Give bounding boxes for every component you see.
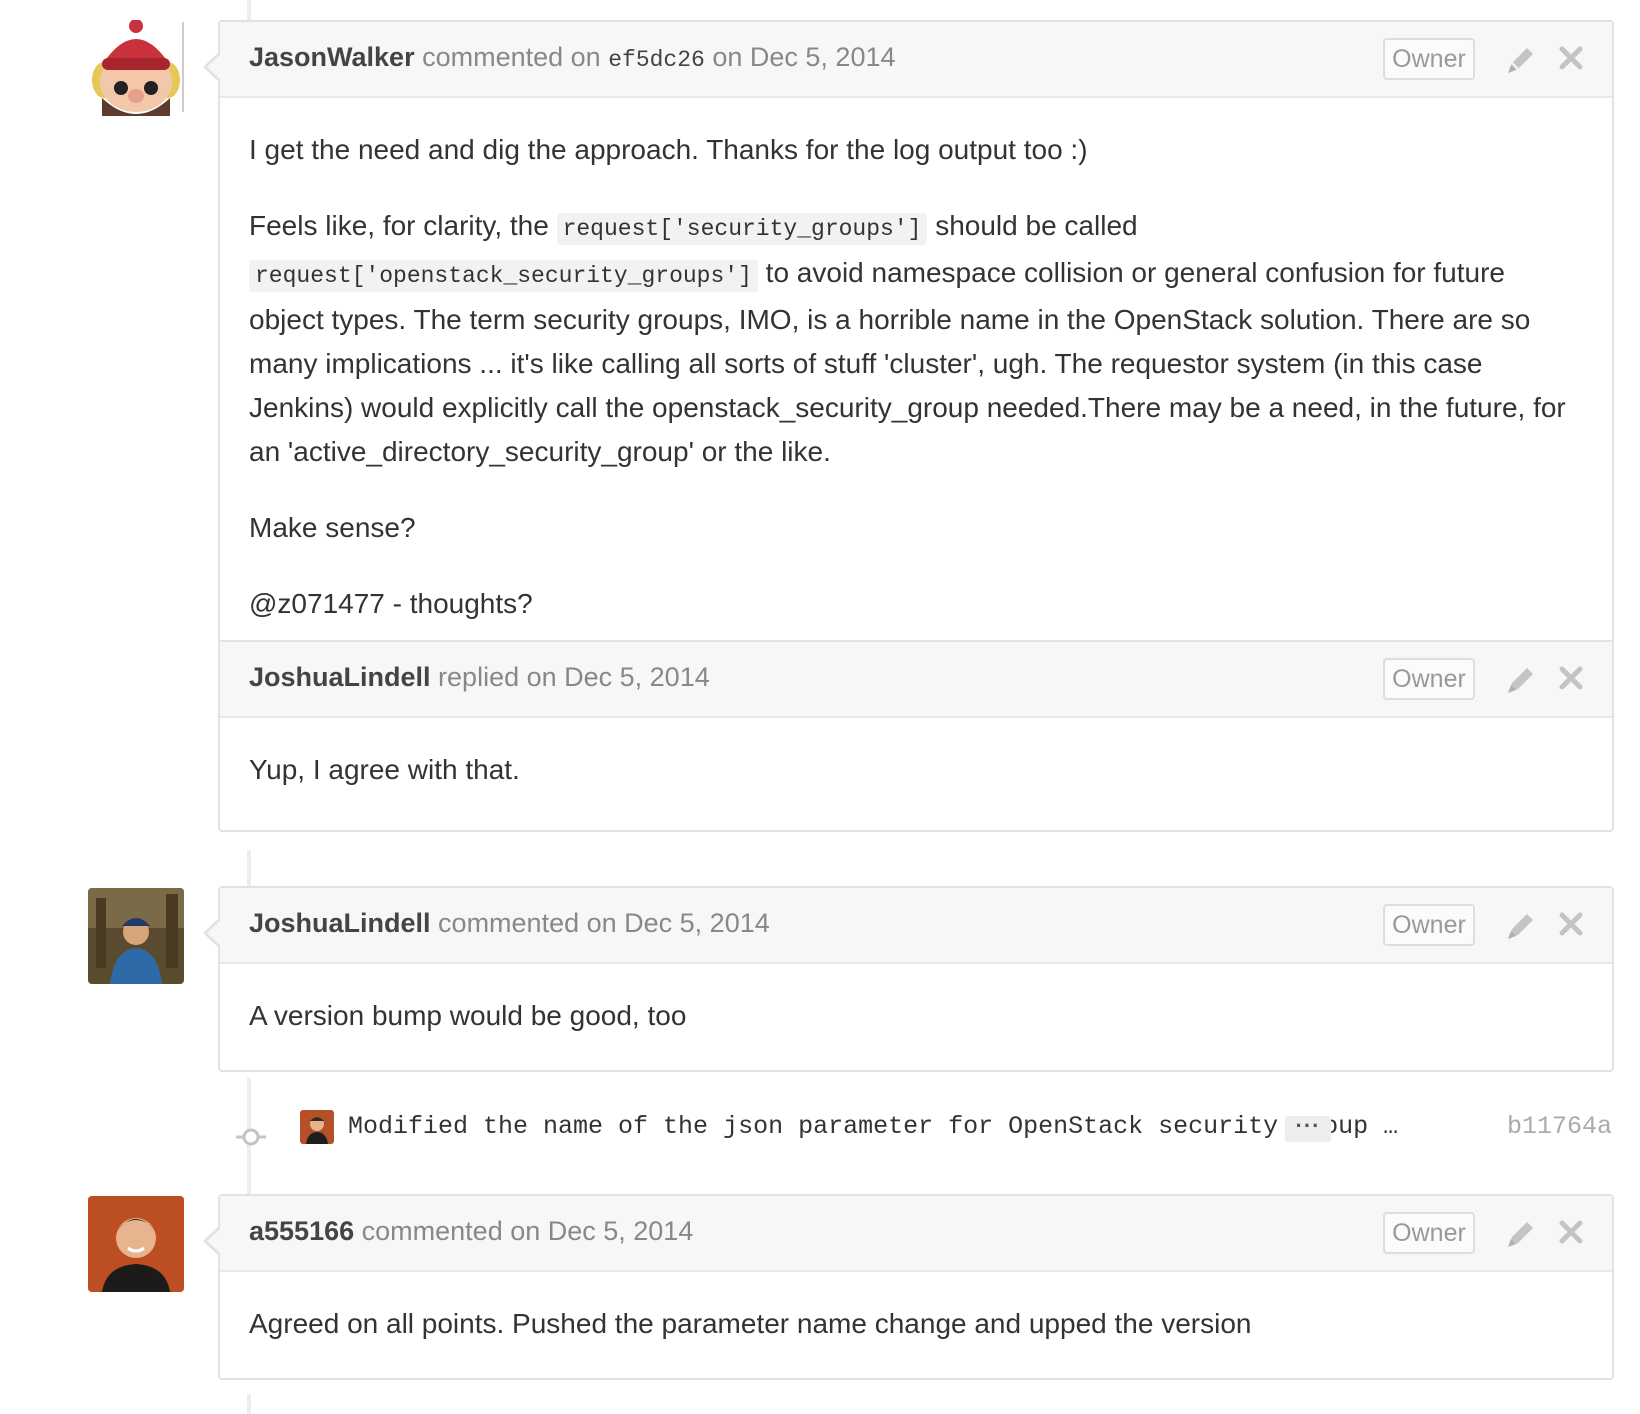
commit-author-avatar[interactable] [300, 1110, 334, 1144]
commit-ref-link[interactable]: ef5dc26 [608, 47, 705, 73]
reply-meta: JoshuaLindell replied on Dec 5, 2014 [249, 662, 710, 693]
comment-header: a555166 commented on Dec 5, 2014 Owner [220, 1196, 1612, 1272]
comment-paragraph: @z071477 - thoughts? [249, 588, 533, 619]
user-photo-icon [88, 1196, 184, 1292]
paragraph-text: Feels like, for clarity, the [249, 210, 549, 241]
comment-header: JoshuaLindell commented on Dec 5, 2014 O… [220, 888, 1612, 964]
avatar-a555166[interactable] [88, 1196, 184, 1292]
comment-author[interactable]: JasonWalker [249, 42, 415, 72]
commit-sha-link[interactable]: b11764a [1507, 1112, 1612, 1141]
reply-header: JoshuaLindell replied on Dec 5, 2014 Own… [220, 642, 1612, 718]
commit-message[interactable]: Modified the name of the json parameter … [348, 1112, 1398, 1141]
comment-card: a555166 commented on Dec 5, 2014 Owner A… [203, 1194, 1614, 1380]
reply-paragraph: Yup, I agree with that. [249, 754, 520, 785]
timeline-line [247, 0, 251, 22]
comment-body: I get the need and dig the approach. Tha… [220, 98, 1612, 664]
comment-paragraph: Feels like, for clarity, the request['se… [249, 204, 1582, 474]
inline-code: request['security_groups'] [556, 213, 928, 245]
comment-action: commented on [422, 42, 601, 72]
comment-author[interactable]: JoshuaLindell [249, 908, 431, 938]
comment-paragraph: Agreed on all points. Pushed the paramet… [249, 1308, 1252, 1339]
owner-badge: Owner [1383, 1212, 1475, 1254]
close-icon[interactable] [1555, 42, 1587, 74]
git-commit-icon [236, 1128, 266, 1146]
comment-paragraph: I get the need and dig the approach. Tha… [249, 134, 1088, 165]
comment-meta: a555166 commented on Dec 5, 2014 [249, 1216, 693, 1247]
comment-header: JasonWalker commented on ef5dc26 on Dec … [220, 22, 1612, 98]
comment-meta: JasonWalker commented on ef5dc26 on Dec … [249, 42, 896, 73]
reply-body: Yup, I agree with that. [220, 718, 1612, 830]
owner-badge: Owner [1383, 38, 1475, 80]
pencil-icon[interactable] [1503, 908, 1539, 944]
owner-badge: Owner [1383, 658, 1475, 700]
comment-body: A version bump would be good, too [220, 964, 1612, 1076]
comment-card: JasonWalker commented on ef5dc26 on Dec … [203, 20, 1614, 832]
avatar-jasonwalker[interactable] [88, 20, 184, 116]
expand-commit-button[interactable]: ··· [1285, 1115, 1331, 1142]
paragraph-text: should be called [935, 210, 1138, 241]
owner-badge: Owner [1383, 904, 1475, 946]
inline-code: request['openstack_security_groups'] [249, 260, 758, 292]
pencil-icon[interactable] [1503, 42, 1539, 78]
comment-date[interactable]: on Dec 5, 2014 [712, 42, 895, 72]
comment-action[interactable]: commented on Dec 5, 2014 [438, 908, 770, 938]
avatar-joshualindell[interactable] [88, 888, 184, 984]
comment-paragraph: A version bump would be good, too [249, 1000, 687, 1031]
comment-paragraph: Make sense? [249, 512, 416, 543]
reply-section: JoshuaLindell replied on Dec 5, 2014 Own… [220, 640, 1612, 830]
reply-author[interactable]: JoshuaLindell [249, 662, 431, 692]
user-photo-icon [300, 1110, 334, 1144]
user-photo-icon [88, 888, 184, 984]
commit-row: Modified the name of the json parameter … [232, 1108, 1612, 1164]
comment-card: JoshuaLindell commented on Dec 5, 2014 O… [203, 886, 1614, 1072]
avatar-edge-divider [182, 22, 184, 112]
comment-body: Agreed on all points. Pushed the paramet… [220, 1272, 1612, 1384]
comment-author[interactable]: a555166 [249, 1216, 354, 1246]
comment-action[interactable]: commented on Dec 5, 2014 [362, 1216, 694, 1246]
close-icon[interactable] [1555, 662, 1587, 694]
timeline-line [247, 850, 251, 888]
yeti-character-icon [88, 20, 184, 116]
reply-action[interactable]: replied on Dec 5, 2014 [438, 662, 710, 692]
comment-meta: JoshuaLindell commented on Dec 5, 2014 [249, 908, 770, 939]
pencil-icon[interactable] [1503, 662, 1539, 698]
close-icon[interactable] [1555, 908, 1587, 940]
pencil-icon[interactable] [1503, 1216, 1539, 1252]
timeline-line [247, 1394, 251, 1414]
close-icon[interactable] [1555, 1216, 1587, 1248]
